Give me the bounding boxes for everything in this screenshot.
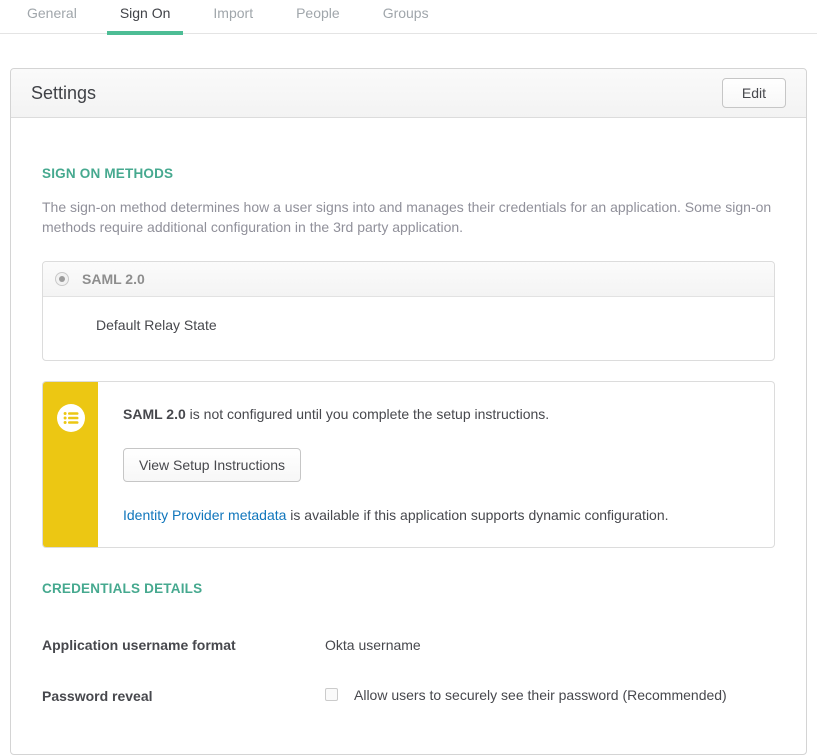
callout-message: SAML 2.0 is not configured until you com… [123,405,754,424]
identity-provider-metadata-link[interactable]: Identity Provider metadata [123,507,286,523]
radio-dot [59,276,65,282]
application-username-format-value: Okta username [325,637,421,653]
sign-on-methods-heading: SIGN ON METHODS [42,166,775,181]
credentials-row-username-format: Application username format Okta usernam… [42,637,775,653]
saml-method-body: Default Relay State [43,297,774,360]
tab-people[interactable]: People [296,4,340,34]
password-reveal-label: Password reveal [42,688,325,704]
saml-method-header: SAML 2.0 [43,262,774,297]
idp-metadata-line: Identity Provider metadata is available … [123,507,754,523]
saml-method-label: SAML 2.0 [82,271,145,287]
password-reveal-checkbox[interactable] [325,688,338,701]
sign-on-methods-description: The sign-on method determines how a user… [42,197,772,237]
edit-button[interactable]: Edit [722,78,786,108]
page-title: Settings [31,83,96,104]
saml-method-box: SAML 2.0 Default Relay State [42,261,775,361]
callout-content: SAML 2.0 is not configured until you com… [98,382,774,547]
settings-panel-header: Settings Edit [11,69,806,118]
saml-radio-button[interactable] [55,272,69,286]
default-relay-state-label: Default Relay State [96,317,217,333]
callout-yellow-strip [43,382,98,547]
list-icon [57,404,85,437]
callout-message-rest: is not configured until you complete the… [186,406,549,422]
tab-sign-on[interactable]: Sign On [120,4,171,34]
tab-general[interactable]: General [27,4,77,34]
idp-metadata-suffix: is available if this application support… [286,507,668,523]
credentials-details-heading: CREDENTIALS DETAILS [42,581,775,596]
callout-message-bold: SAML 2.0 [123,406,186,422]
settings-panel-body: SIGN ON METHODS The sign-on method deter… [11,166,806,754]
password-reveal-control: Allow users to securely see their passwo… [325,688,727,703]
application-username-format-label: Application username format [42,637,325,653]
tab-groups[interactable]: Groups [383,4,429,34]
credentials-row-password-reveal: Password reveal Allow users to securely … [42,688,775,704]
tab-import[interactable]: Import [213,4,253,34]
view-setup-instructions-button[interactable]: View Setup Instructions [123,448,301,482]
saml-setup-callout: SAML 2.0 is not configured until you com… [42,381,775,548]
settings-panel: Settings Edit SIGN ON METHODS The sign-o… [10,68,807,755]
tab-bar: General Sign On Import People Groups [0,0,817,34]
password-reveal-description: Allow users to securely see their passwo… [354,688,727,703]
